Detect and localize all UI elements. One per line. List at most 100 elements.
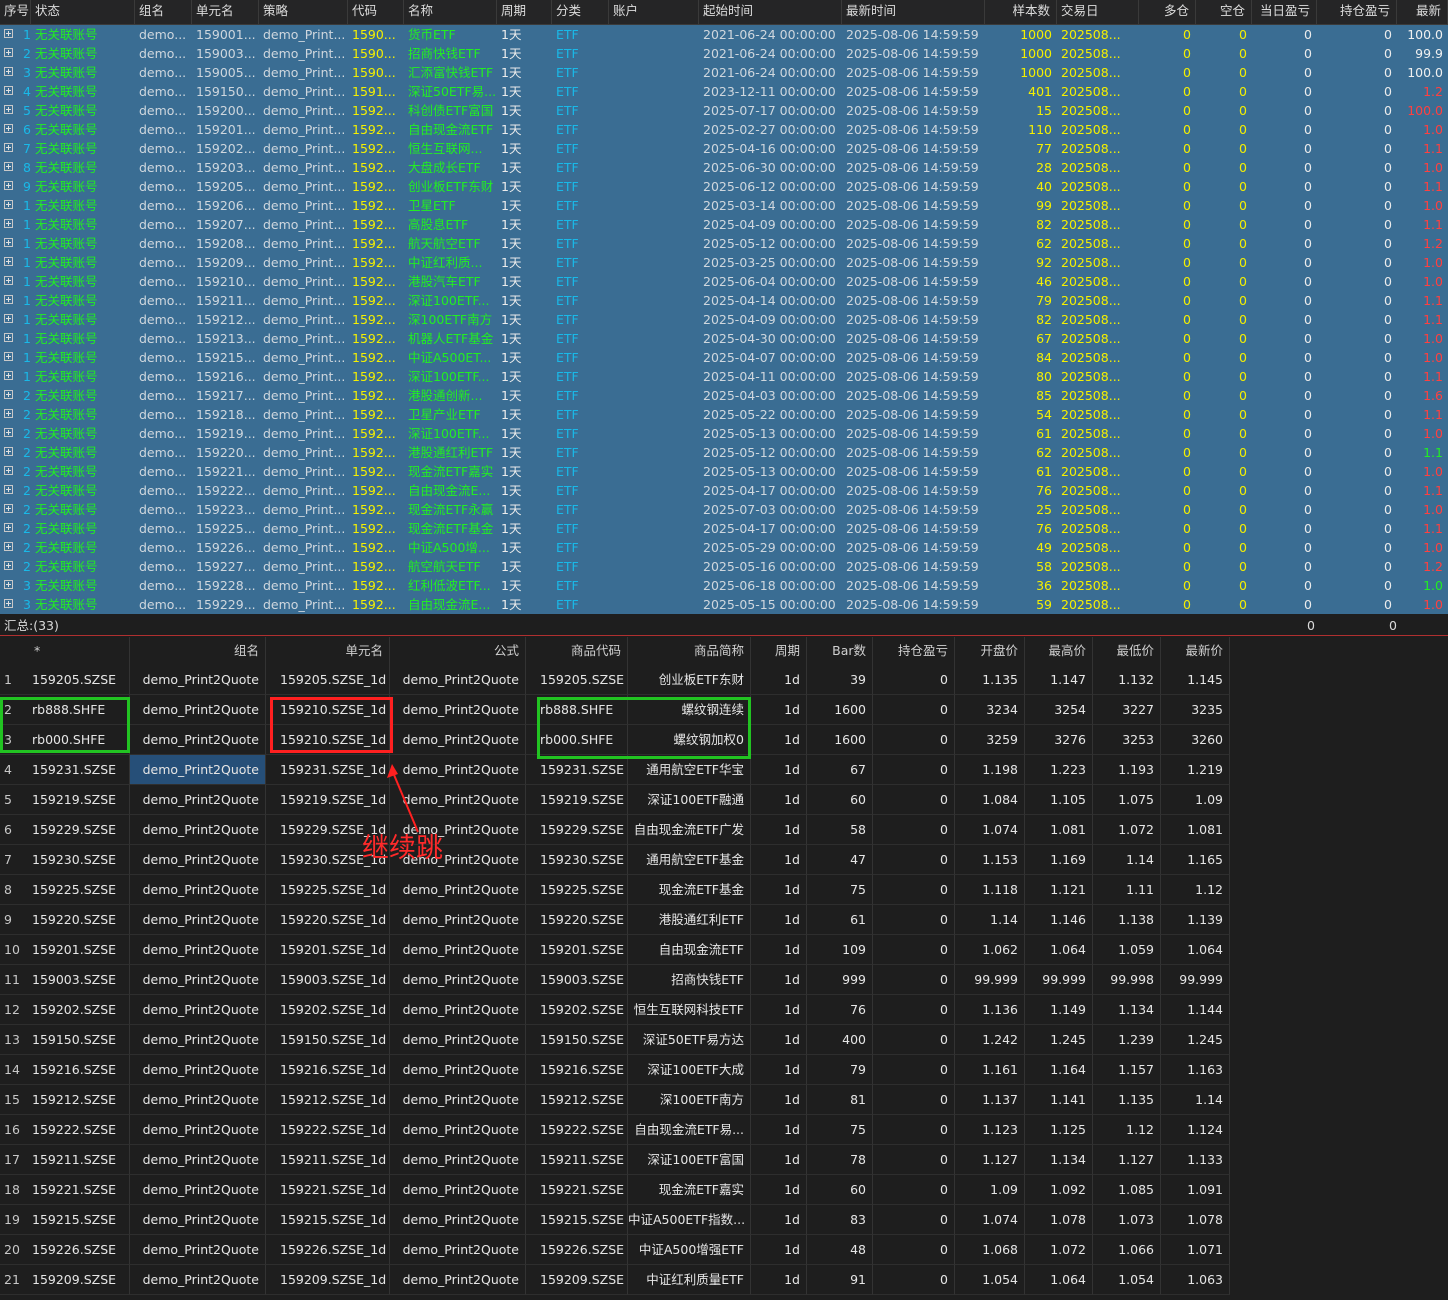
top-col-header[interactable]: 序号 <box>0 0 31 24</box>
quote-cell[interactable]: 1.081 <box>1161 815 1230 845</box>
quote-cell[interactable]: demo_Print2Quote <box>130 1085 266 1115</box>
quote-cell[interactable]: 159231.SZSE <box>526 755 628 785</box>
quote-cell[interactable]: 1d <box>751 845 807 875</box>
quote-row[interactable]: 6 159229.SZSE demo_Print2Quote 159229.SZSE_… <box>0 815 1230 845</box>
quote-cell[interactable]: 深证100ETF大成 <box>628 1055 751 1085</box>
quote-cell[interactable]: 1d <box>751 1265 807 1295</box>
quote-cell[interactable]: 现金流ETF基金 <box>628 875 751 905</box>
expand-plus-icon[interactable] <box>4 561 13 570</box>
quote-cell[interactable]: 1.141 <box>1025 1085 1093 1115</box>
quote-cell[interactable]: demo_Print2Quote <box>130 695 266 725</box>
quote-cell[interactable]: 159150.SZSE <box>28 1025 130 1055</box>
strategy-row[interactable]: 31 无关联账号 demo... 159229... demo_Print... 1592… <box>0 595 1448 614</box>
quote-cell[interactable]: 深证100ETF融通 <box>628 785 751 815</box>
quote-cell[interactable]: 1.242 <box>955 1025 1025 1055</box>
quote-cell[interactable]: 159215.SZSE <box>526 1205 628 1235</box>
quote-cell[interactable]: 中证A500ETF指数... <box>628 1205 751 1235</box>
quote-cell[interactable]: 400 <box>807 1025 873 1055</box>
expand-plus-icon[interactable] <box>4 352 13 361</box>
quote-cell[interactable]: demo_Print2Quote <box>390 1115 526 1145</box>
quote-cell[interactable]: 1.147 <box>1025 665 1093 695</box>
quote-cell[interactable]: demo_Print2Quote <box>390 695 526 725</box>
quote-cell[interactable]: 0 <box>873 1145 955 1175</box>
quote-cell[interactable]: 1d <box>751 905 807 935</box>
quote-cell[interactable]: demo_Print2Quote <box>390 1235 526 1265</box>
quote-cell[interactable]: 1.085 <box>1093 1175 1161 1205</box>
quote-cell[interactable]: 1d <box>751 935 807 965</box>
quote-cell[interactable]: 1.064 <box>1025 1265 1093 1295</box>
quote-cell[interactable]: 1.091 <box>1161 1175 1230 1205</box>
quote-cell[interactable]: demo_Print2Quote <box>130 965 266 995</box>
quote-cell[interactable]: 1.134 <box>1093 995 1161 1025</box>
strategy-row[interactable]: 1 无关联账号 demo... 159001... demo_Print... 1590.… <box>0 25 1448 44</box>
expand-plus-icon[interactable] <box>4 371 13 380</box>
quote-cell[interactable]: 159231.SZSE_1d <box>266 755 390 785</box>
quote-row[interactable]: 13 159150.SZSE demo_Print2Quote 159150.SZSE… <box>0 1025 1230 1055</box>
quote-cell[interactable]: 自由现金流ETF广发 <box>628 815 751 845</box>
quote-cell[interactable]: 159221.SZSE <box>526 1175 628 1205</box>
quote-col-header[interactable]: 商品简称 <box>628 637 751 665</box>
quote-row[interactable]: 1 159205.SZSE demo_Print2Quote 159205.SZSE_… <box>0 665 1230 695</box>
quote-cell[interactable]: 1d <box>751 1085 807 1115</box>
quote-cell[interactable]: demo_Print2Quote <box>130 845 266 875</box>
quote-cell[interactable]: 0 <box>873 785 955 815</box>
quote-cell[interactable]: demo_Print2Quote <box>390 935 526 965</box>
strategy-row[interactable]: 23 无关联账号 demo... 159220... demo_Print... 1592… <box>0 443 1448 462</box>
quote-cell[interactable]: 83 <box>807 1205 873 1235</box>
quote-col-header[interactable]: 最新价 <box>1161 637 1230 665</box>
strategy-row[interactable]: 29 无关联账号 demo... 159227... demo_Print... 1592… <box>0 557 1448 576</box>
quote-cell[interactable]: 159225.SZSE <box>526 875 628 905</box>
top-col-header[interactable]: 持仓盈亏 <box>1317 0 1397 24</box>
quote-cell[interactable]: 深证100ETF富国 <box>628 1145 751 1175</box>
quote-cell[interactable]: 1.125 <box>1025 1115 1093 1145</box>
quote-cell[interactable]: 0 <box>873 1115 955 1145</box>
quote-cell[interactable]: 0 <box>873 755 955 785</box>
quote-col-header[interactable]: 持仓盈亏 <box>873 637 955 665</box>
quote-cell[interactable]: demo_Print2Quote <box>390 995 526 1025</box>
quote-cell[interactable]: 1.09 <box>955 1175 1025 1205</box>
quote-cell[interactable]: 0 <box>873 935 955 965</box>
quote-cell[interactable]: demo_Print2Quote <box>130 1055 266 1085</box>
quote-cell[interactable]: demo_Print2Quote <box>390 1205 526 1235</box>
quote-cell[interactable]: 1.135 <box>955 665 1025 695</box>
quote-cell[interactable]: 1.084 <box>955 785 1025 815</box>
quote-cell[interactable]: 1.124 <box>1161 1115 1230 1145</box>
top-col-header[interactable]: 单元名 <box>192 0 259 24</box>
quote-cell[interactable]: 99.999 <box>1161 965 1230 995</box>
quote-cell[interactable]: 0 <box>873 1235 955 1265</box>
expand-plus-icon[interactable] <box>4 162 13 171</box>
expand-plus-icon[interactable] <box>4 276 13 285</box>
top-col-header[interactable]: 多仓 <box>1139 0 1196 24</box>
quote-cell[interactable]: 1.132 <box>1093 665 1161 695</box>
quote-row[interactable]: 16 159222.SZSE demo_Print2Quote 159222.SZSE… <box>0 1115 1230 1145</box>
quote-cell[interactable]: 1.054 <box>1093 1265 1161 1295</box>
strategy-row[interactable]: 4 无关联账号 demo... 159150... demo_Print... 1591.… <box>0 82 1448 101</box>
quote-cell[interactable]: 通用航空ETF华宝 <box>628 755 751 785</box>
quote-cell[interactable]: 159222.SZSE <box>526 1115 628 1145</box>
quote-cell[interactable]: 1d <box>751 665 807 695</box>
quote-cell[interactable]: 159215.SZSE_1d <box>266 1205 390 1235</box>
quote-cell[interactable]: 999 <box>807 965 873 995</box>
quote-cell[interactable]: 1.127 <box>1093 1145 1161 1175</box>
quote-cell[interactable]: 1600 <box>807 725 873 755</box>
quote-cell[interactable]: 1.161 <box>955 1055 1025 1085</box>
top-col-header[interactable]: 名称 <box>404 0 497 24</box>
quote-cell[interactable]: 159221.SZSE <box>28 1175 130 1205</box>
quote-cell[interactable]: 1.169 <box>1025 845 1093 875</box>
quote-cell[interactable]: 159205.SZSE <box>526 665 628 695</box>
quote-cell[interactable]: 159216.SZSE <box>28 1055 130 1085</box>
quote-row[interactable]: 8 159225.SZSE demo_Print2Quote 159225.SZSE_… <box>0 875 1230 905</box>
expand-plus-icon[interactable] <box>4 504 13 513</box>
quote-cell[interactable]: demo_Print2Quote <box>130 1115 266 1145</box>
top-col-header[interactable]: 分类 <box>552 0 609 24</box>
strategy-row[interactable]: 11 无关联账号 demo... 159207... demo_Print... 1592… <box>0 215 1448 234</box>
quote-cell[interactable]: 159202.SZSE <box>526 995 628 1025</box>
strategy-row[interactable]: 19 无关联账号 demo... 159216... demo_Print... 1592… <box>0 367 1448 386</box>
quote-cell[interactable]: 159216.SZSE <box>526 1055 628 1085</box>
quote-cell[interactable]: 1.145 <box>1161 665 1230 695</box>
quote-cell[interactable]: 1.133 <box>1161 1145 1230 1175</box>
quote-cell[interactable]: demo_Print2Quote <box>130 1025 266 1055</box>
expand-plus-icon[interactable] <box>4 86 13 95</box>
quote-cell[interactable]: 159211.SZSE <box>28 1145 130 1175</box>
expand-plus-icon[interactable] <box>4 428 13 437</box>
